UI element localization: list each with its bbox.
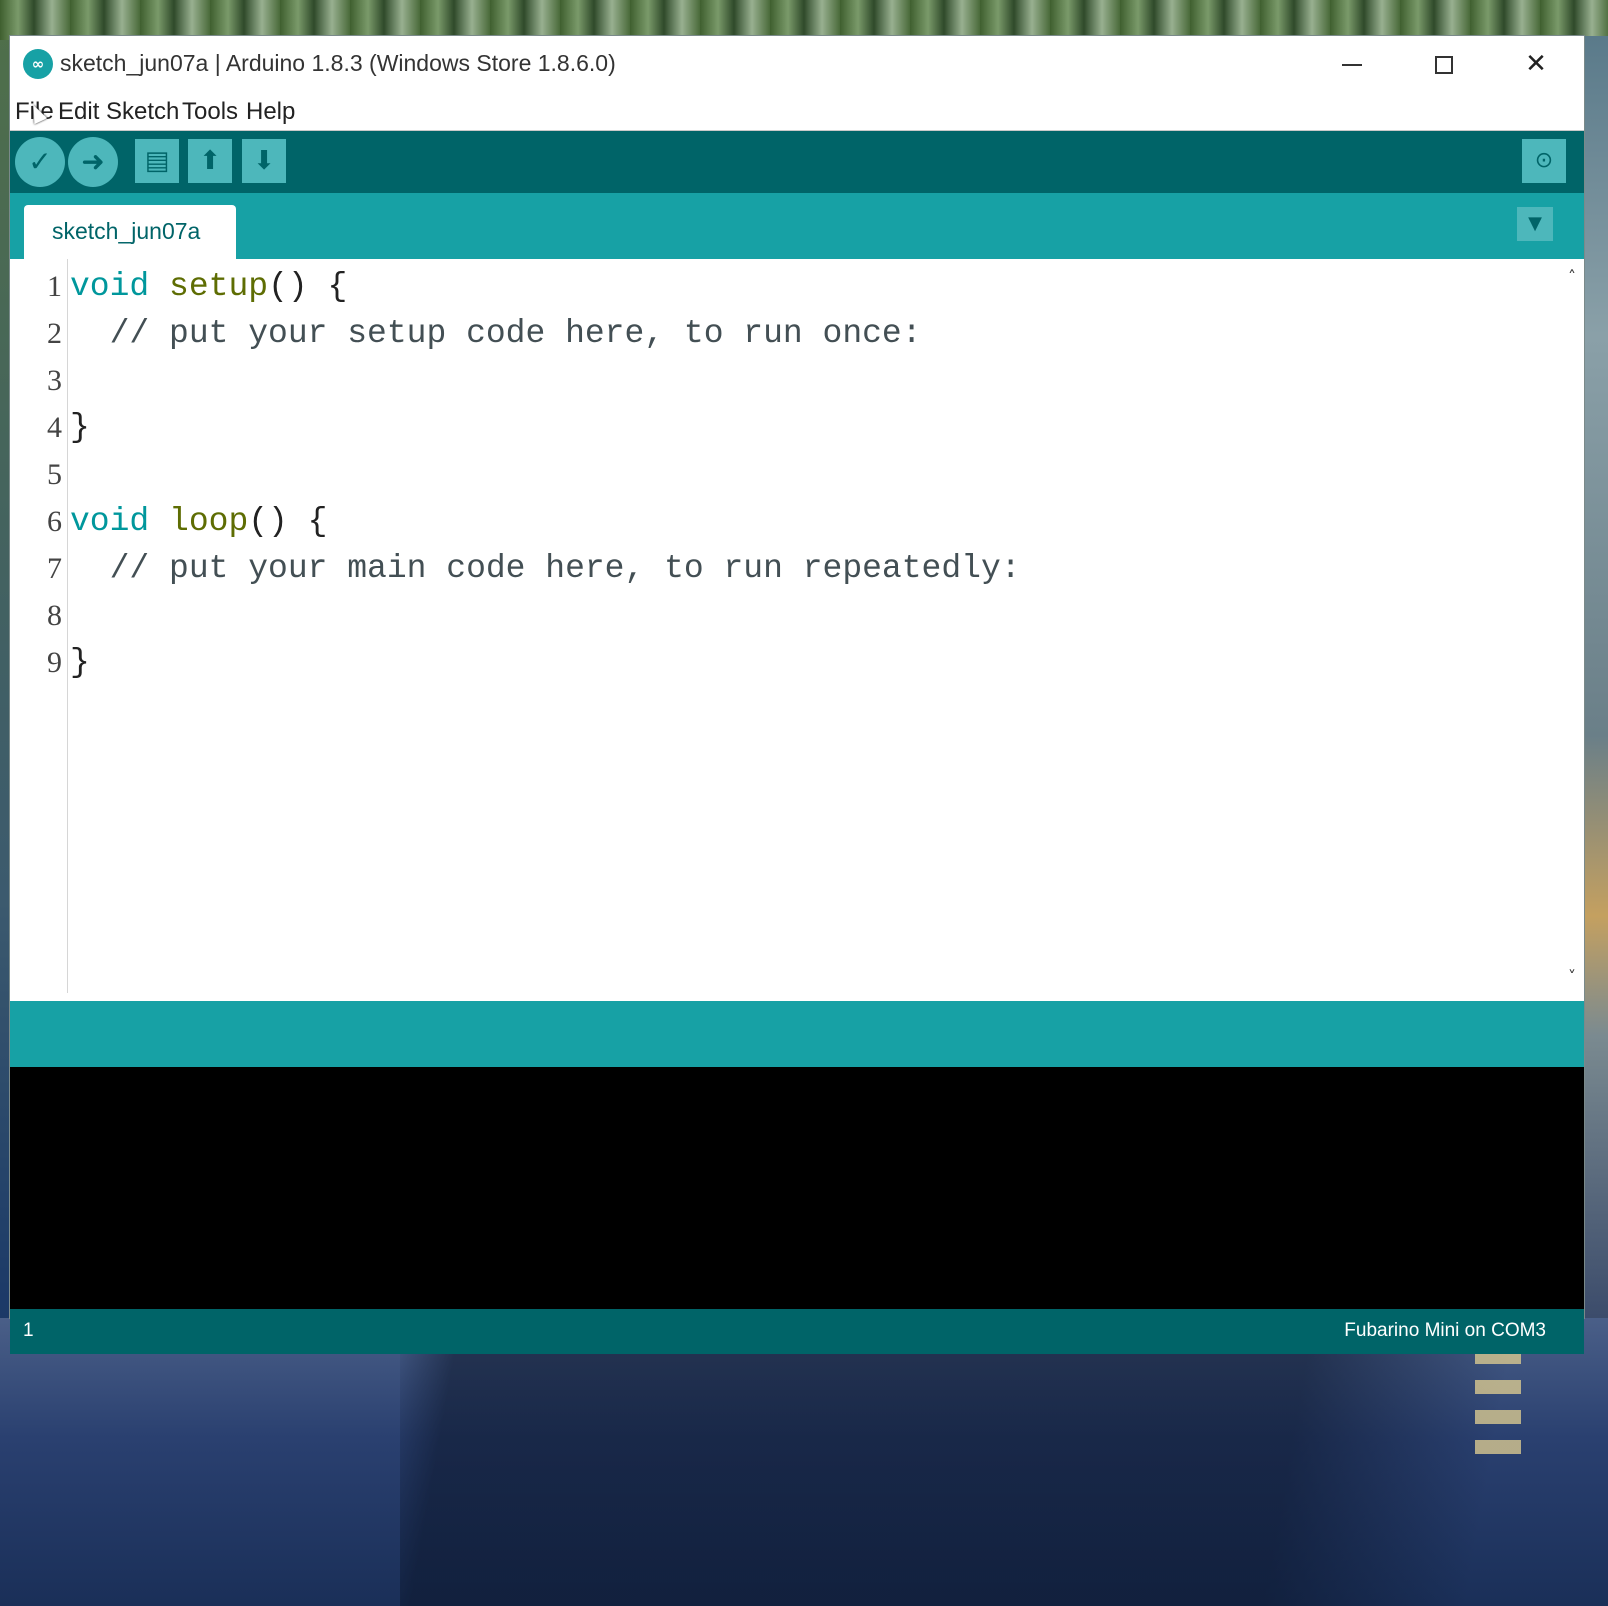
tab-label: sketch_jun07a: [52, 218, 201, 244]
line-number: 5: [47, 458, 62, 491]
line-number: 8: [47, 599, 62, 632]
board-port-label: Fubarino Mini on COM3: [1344, 1320, 1546, 1341]
maximize-button[interactable]: [1398, 36, 1490, 92]
line-number: 9: [47, 646, 62, 679]
arduino-window: ∞ sketch_jun07a | Arduino 1.8.3 (Windows…: [10, 36, 1584, 1354]
tab-bar: sketch_jun07a ▼: [10, 193, 1584, 259]
code-punctuation: () {: [248, 503, 328, 540]
scroll-up-button[interactable]: ˄: [1562, 267, 1582, 287]
desktop-background-shadow: [400, 1318, 1570, 1606]
cursor-line-number: 1: [23, 1320, 34, 1341]
line-number: 2: [47, 317, 62, 350]
checkmark-icon: ✓: [28, 145, 52, 178]
minimize-icon: [1342, 63, 1362, 66]
line-number-gutter: 1 2 3 4 5 6 7 8 9: [10, 259, 68, 993]
tab-sketch[interactable]: sketch_jun07a: [24, 205, 236, 259]
menu-tools[interactable]: Tools: [182, 98, 238, 126]
menu-sketch[interactable]: Sketch: [106, 98, 179, 126]
line-number: 6: [47, 505, 62, 538]
code-line: }: [70, 409, 90, 446]
new-sketch-button[interactable]: ▤: [135, 139, 179, 183]
verify-button[interactable]: ✓: [15, 137, 65, 187]
code-keyword: void: [70, 268, 150, 305]
code-line: }: [70, 644, 90, 681]
desktop-background-right: [1582, 36, 1608, 1326]
maximize-icon: [1435, 55, 1453, 74]
code-line: void loop() {: [70, 503, 327, 540]
arrow-down-icon: ⬇: [253, 146, 275, 176]
arrow-up-icon: ⬆: [199, 146, 221, 176]
toolbar: ✓ ➜ ▤ ⬆ ⬇ ⊙: [10, 131, 1584, 193]
menu-edit[interactable]: Edit: [58, 98, 99, 126]
close-icon: ✕: [1525, 49, 1547, 79]
window-title: sketch_jun07a | Arduino 1.8.3 (Windows S…: [60, 50, 616, 76]
menu-help[interactable]: Help: [246, 98, 295, 126]
arduino-logo-icon: ∞: [23, 49, 53, 79]
upload-button[interactable]: ➜: [68, 137, 118, 187]
line-number: 7: [47, 552, 62, 585]
title-bar[interactable]: ∞ sketch_jun07a | Arduino 1.8.3 (Windows…: [10, 36, 1584, 92]
desktop-background-trees: [0, 0, 1608, 40]
chevron-down-icon: ˅: [1568, 967, 1576, 986]
close-button[interactable]: ✕: [1490, 36, 1582, 92]
code-punctuation: () {: [268, 268, 348, 305]
line-number: 3: [47, 364, 62, 397]
console-output[interactable]: [10, 1067, 1584, 1309]
arrow-right-icon: ➜: [81, 145, 105, 178]
message-area: [10, 1001, 1584, 1067]
footer-status: 1 Fubarino Mini on COM3: [10, 1309, 1584, 1354]
code-line: void setup() {: [70, 268, 347, 305]
code-line: // put your main code here, to run repea…: [70, 550, 1021, 587]
code-line: // put your setup code here, to run once…: [70, 315, 922, 352]
line-number: 1: [47, 270, 62, 303]
line-number: 4: [47, 411, 62, 444]
chevron-up-icon: ˄: [1568, 267, 1576, 286]
code-function: setup: [169, 268, 269, 305]
triangle-down-icon: ▼: [1528, 213, 1542, 234]
magnifier-icon: ⊙: [1534, 148, 1554, 173]
new-file-icon: ▤: [144, 146, 170, 176]
code-function: loop: [169, 503, 249, 540]
save-sketch-button[interactable]: ⬇: [242, 139, 286, 183]
minimize-button[interactable]: [1306, 36, 1398, 92]
scroll-down-button[interactable]: ˅: [1562, 967, 1582, 987]
desktop-background-lights: [1475, 1350, 1521, 1470]
open-sketch-button[interactable]: ⬆: [188, 139, 232, 183]
tab-menu-button[interactable]: ▼: [1517, 207, 1553, 241]
code-keyword: void: [70, 503, 150, 540]
serial-monitor-button[interactable]: ⊙: [1522, 139, 1566, 183]
code-editor[interactable]: 1 2 3 4 5 6 7 8 9 void setup() { // put …: [10, 259, 1584, 1001]
menu-bar: File Edit Sketch Tools Help: [10, 92, 1584, 131]
